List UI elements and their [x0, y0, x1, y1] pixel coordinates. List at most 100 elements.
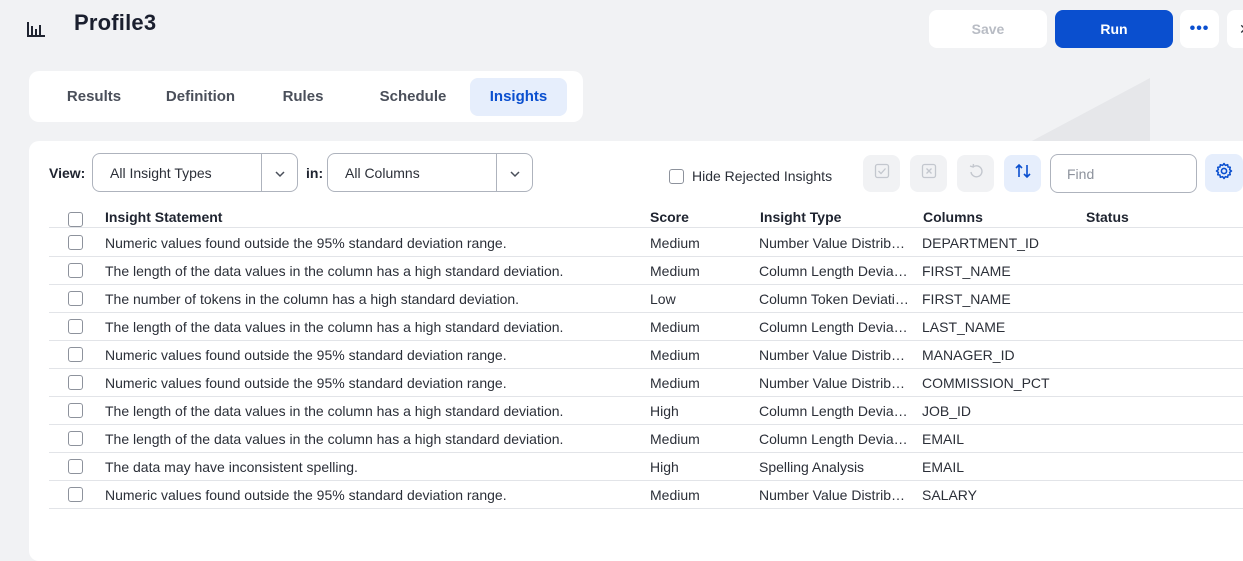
row-checkbox[interactable] [68, 375, 83, 390]
col-status[interactable]: Status [1086, 209, 1129, 225]
insight-score: Medium [650, 319, 700, 335]
insight-type: Column Length Devia… [759, 263, 908, 279]
insight-column: SALARY [922, 487, 977, 503]
row-checkbox[interactable] [68, 291, 83, 306]
table-row[interactable]: The length of the data values in the col… [49, 257, 1243, 285]
insight-statement: Numeric values found outside the 95% sta… [105, 235, 507, 251]
insight-score: Medium [650, 487, 700, 503]
insight-statement: The length of the data values in the col… [105, 431, 564, 447]
hide-rejected-toggle[interactable]: Hide Rejected Insights [669, 168, 832, 184]
bar-chart-icon [26, 20, 46, 38]
hide-rejected-label: Hide Rejected Insights [692, 168, 833, 184]
background-shape [1030, 78, 1150, 142]
table-row[interactable]: Numeric values found outside the 95% sta… [49, 341, 1243, 369]
row-checkbox[interactable] [68, 431, 83, 446]
insight-statement: Numeric values found outside the 95% sta… [105, 375, 507, 391]
insight-score: Medium [650, 263, 700, 279]
insight-score: Low [650, 291, 676, 307]
reject-button[interactable] [910, 155, 947, 192]
sort-button[interactable] [1004, 155, 1041, 192]
page-title: Profile3 [74, 10, 157, 35]
tab-definition[interactable]: Definition [153, 78, 248, 116]
select-all-checkbox[interactable] [68, 212, 83, 227]
insight-score: High [650, 403, 679, 419]
row-checkbox[interactable] [68, 235, 83, 250]
accept-icon [874, 163, 890, 184]
insight-score: High [650, 459, 679, 475]
insight-score: Medium [650, 431, 700, 447]
row-checkbox[interactable] [68, 459, 83, 474]
insight-column: EMAIL [922, 459, 965, 475]
run-button[interactable]: Run [1055, 10, 1173, 48]
columns-select[interactable]: All Columns [327, 153, 533, 192]
table-row[interactable]: The length of the data values in the col… [49, 397, 1243, 425]
tab-results[interactable]: Results [55, 78, 133, 116]
insight-column: FIRST_NAME [922, 291, 1011, 307]
chevron-down-icon [274, 167, 286, 179]
insight-type: Number Value Distrib… [759, 487, 906, 503]
columns-value: All Columns [345, 165, 420, 181]
row-checkbox[interactable] [68, 319, 83, 334]
table-row[interactable]: Numeric values found outside the 95% sta… [49, 369, 1243, 397]
insight-statement: The length of the data values in the col… [105, 319, 564, 335]
in-label: in: [306, 165, 324, 181]
insight-column: COMMISSION_PCT [922, 375, 1050, 391]
tab-rules[interactable]: Rules [274, 78, 332, 116]
table-row[interactable]: The length of the data values in the col… [49, 425, 1243, 453]
row-checkbox[interactable] [68, 347, 83, 362]
row-checkbox[interactable] [68, 403, 83, 418]
insight-statement: The length of the data values in the col… [105, 263, 564, 279]
insight-score: Medium [650, 375, 700, 391]
table-header: Insight Statement Score Insight Type Col… [49, 206, 1243, 228]
insight-type-select[interactable]: All Insight Types [92, 153, 298, 192]
col-score[interactable]: Score [650, 209, 689, 225]
insight-type: Number Value Distrib… [759, 375, 906, 391]
insight-statement: The number of tokens in the column has a… [105, 291, 520, 307]
insight-statement: The data may have inconsistent spelling. [105, 459, 358, 475]
table-row[interactable]: Numeric values found outside the 95% sta… [49, 229, 1243, 257]
table-row[interactable]: The data may have inconsistent spelling.… [49, 453, 1243, 481]
col-insight-type[interactable]: Insight Type [760, 209, 841, 225]
insight-column: FIRST_NAME [922, 263, 1011, 279]
insight-type: Column Length Devia… [759, 403, 908, 419]
more-options-button[interactable]: ••• [1180, 10, 1219, 48]
insight-type-value: All Insight Types [110, 165, 212, 181]
insight-type: Column Length Devia… [759, 431, 908, 447]
find-input[interactable] [1050, 154, 1197, 193]
row-checkbox[interactable] [68, 263, 83, 278]
insight-score: Medium [650, 347, 700, 363]
undo-icon [968, 163, 984, 184]
table-row[interactable]: The number of tokens in the column has a… [49, 285, 1243, 313]
undo-button[interactable] [957, 155, 994, 192]
tab-schedule[interactable]: Schedule [368, 78, 458, 116]
sort-icon [1014, 162, 1032, 185]
insight-column: LAST_NAME [922, 319, 1006, 335]
chevron-down-icon [509, 167, 521, 179]
col-insight-statement[interactable]: Insight Statement [105, 209, 222, 225]
accept-button[interactable] [863, 155, 900, 192]
col-columns[interactable]: Columns [923, 209, 983, 225]
table-row[interactable]: The length of the data values in the col… [49, 313, 1243, 341]
insight-column: EMAIL [922, 431, 965, 447]
reject-icon [921, 163, 937, 184]
insight-column: JOB_ID [922, 403, 972, 419]
insight-statement: Numeric values found outside the 95% sta… [105, 347, 507, 363]
gear-icon [1215, 162, 1233, 185]
settings-button[interactable] [1205, 154, 1243, 192]
row-checkbox[interactable] [68, 487, 83, 502]
insight-type: Column Token Deviati… [759, 291, 909, 307]
insight-type: Spelling Analysis [759, 459, 865, 475]
hide-rejected-checkbox[interactable] [669, 169, 684, 184]
insight-score: Medium [650, 235, 700, 251]
tab-insights[interactable]: Insights [470, 78, 567, 116]
save-button[interactable]: Save [929, 10, 1047, 48]
insight-type: Column Length Devia… [759, 319, 908, 335]
insight-type: Number Value Distrib… [759, 235, 906, 251]
insight-type: Number Value Distrib… [759, 347, 906, 363]
insight-column: DEPARTMENT_ID [922, 235, 1039, 251]
insight-column: MANAGER_ID [922, 347, 1015, 363]
insight-statement: Numeric values found outside the 95% sta… [105, 487, 507, 503]
close-icon: ✕ [1239, 21, 1243, 37]
table-row[interactable]: Numeric values found outside the 95% sta… [49, 481, 1243, 509]
close-button[interactable]: ✕ [1227, 10, 1243, 48]
